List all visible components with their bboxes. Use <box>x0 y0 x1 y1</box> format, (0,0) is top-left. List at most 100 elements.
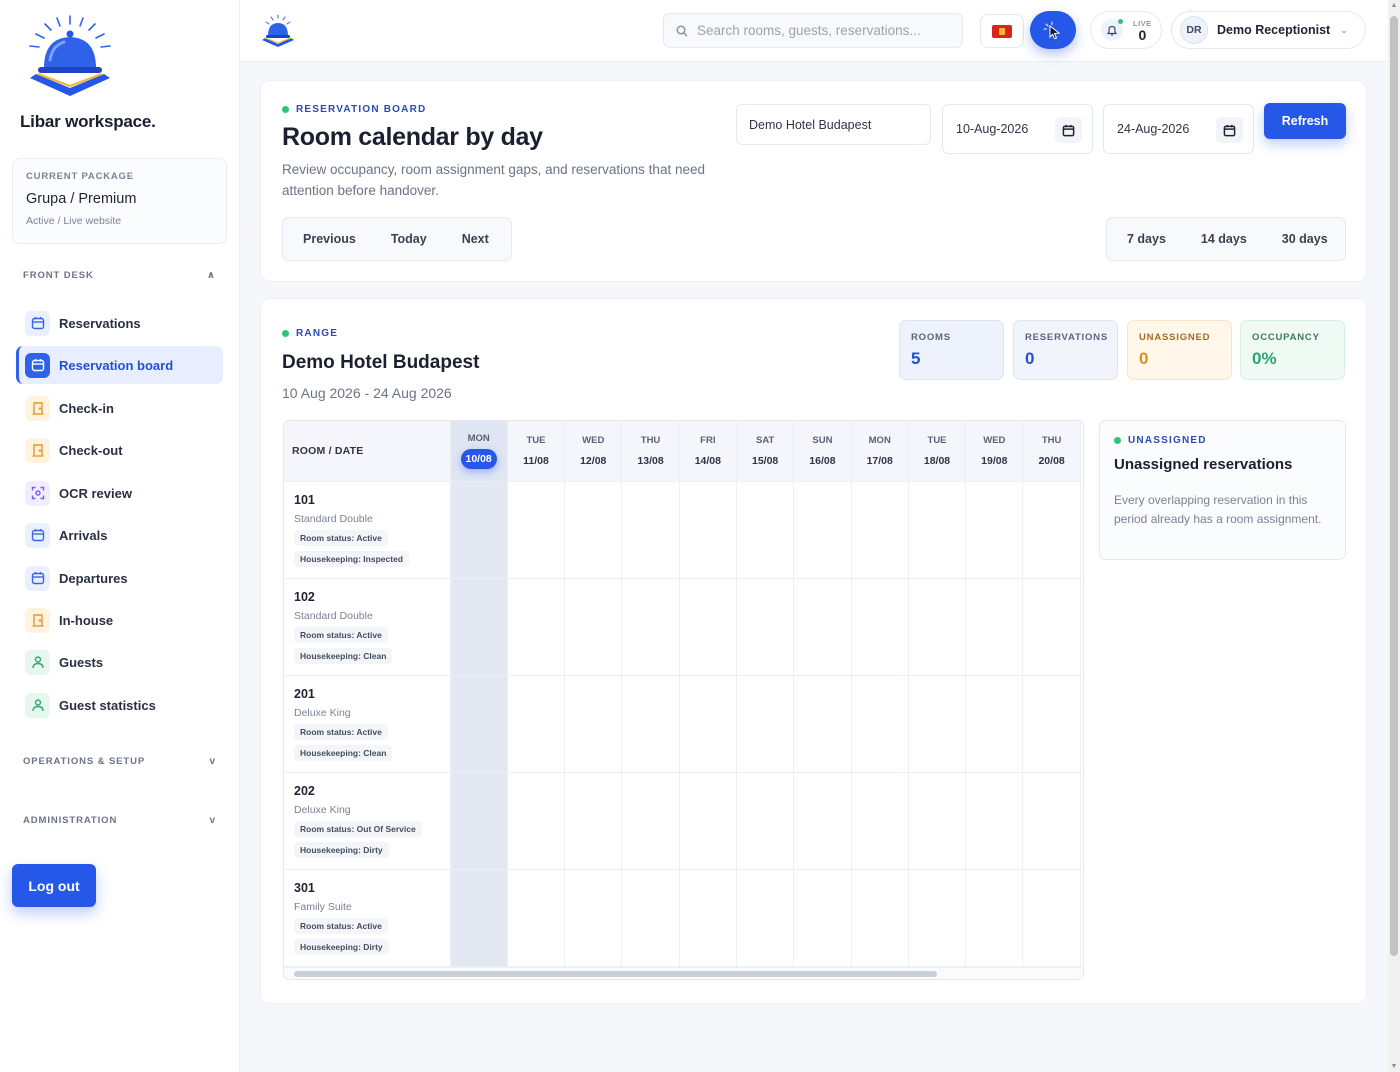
calendar-day-cell[interactable] <box>908 772 967 870</box>
bell-logo-icon[interactable] <box>20 12 120 104</box>
day-header[interactable]: WED 19/08 <box>965 421 1024 482</box>
sidebar-item-check-in[interactable]: Check-in <box>16 389 223 427</box>
day-header[interactable]: FRI 14/08 <box>679 421 737 482</box>
room-cell[interactable]: 101 Standard Double Room status: Active Hou… <box>284 481 451 579</box>
user-menu[interactable]: DR Demo Receptionist ⌄ <box>1171 11 1366 49</box>
calendar-day-cell[interactable] <box>450 772 508 870</box>
calendar-day-cell[interactable] <box>507 869 566 967</box>
day-header[interactable]: TUE 11/08 <box>507 421 566 482</box>
calendar-day-cell[interactable] <box>965 578 1024 676</box>
calendar-day-cell[interactable] <box>851 675 909 773</box>
calendar-day-cell[interactable] <box>621 869 680 967</box>
calendar-day-cell[interactable] <box>793 481 852 579</box>
calendar-day-cell[interactable] <box>1022 481 1081 579</box>
calendar-day-cell[interactable] <box>736 772 795 870</box>
calendar-day-cell[interactable] <box>1022 869 1081 967</box>
calendar-day-cell[interactable] <box>908 675 967 773</box>
search-box[interactable] <box>663 13 963 48</box>
section-front-desk[interactable]: FRONT DESK ∧ <box>23 270 215 281</box>
span-14-days-button[interactable]: 14 days <box>1201 232 1247 246</box>
calendar-icon[interactable] <box>1055 117 1082 143</box>
calendar-day-cell[interactable] <box>564 869 623 967</box>
calendar-day-cell[interactable] <box>793 675 852 773</box>
span-7-days-button[interactable]: 7 days <box>1127 232 1166 246</box>
calendar-day-cell[interactable] <box>507 772 566 870</box>
section-administration[interactable]: ADMINISTRATION v <box>23 815 215 826</box>
calendar-icon[interactable] <box>1216 117 1243 143</box>
calendar-day-cell[interactable] <box>965 481 1024 579</box>
scroll-up-arrow-icon[interactable]: ▲ <box>1390 2 1398 9</box>
calendar-day-cell[interactable] <box>621 772 680 870</box>
calendar-day-cell[interactable] <box>679 578 737 676</box>
calendar-day-cell[interactable] <box>621 481 680 579</box>
scroll-down-arrow-icon[interactable]: ▼ <box>1390 1063 1398 1070</box>
calendar-day-cell[interactable] <box>851 481 909 579</box>
horizontal-scrollbar[interactable] <box>284 967 1083 979</box>
calendar-day-cell[interactable] <box>736 675 795 773</box>
calendar-day-cell[interactable] <box>736 869 795 967</box>
sidebar-item-guests[interactable]: Guests <box>16 643 223 681</box>
refresh-button[interactable]: Refresh <box>1264 103 1346 139</box>
search-input[interactable] <box>697 23 947 38</box>
room-cell[interactable]: 301 Family Suite Room status: Active Housek… <box>284 869 451 967</box>
logout-button[interactable]: Log out <box>12 864 96 907</box>
sidebar-item-reservation-board[interactable]: Reservation board <box>16 346 223 384</box>
calendar-day-cell[interactable] <box>564 481 623 579</box>
hotel-select[interactable]: Demo Hotel Budapest <box>736 104 931 145</box>
day-header[interactable]: THU 13/08 <box>621 421 680 482</box>
sidebar-item-ocr-review[interactable]: OCR review <box>16 474 223 512</box>
calendar-day-cell[interactable] <box>564 578 623 676</box>
page-scrollbar[interactable]: ▲ ▼ <box>1388 0 1400 1072</box>
sidebar-item-arrivals[interactable]: Arrivals <box>16 516 223 554</box>
sidebar-item-departures[interactable]: Departures <box>16 559 223 597</box>
calendar-day-cell[interactable] <box>450 578 508 676</box>
calendar-day-cell[interactable] <box>1022 675 1081 773</box>
calendar-day-cell[interactable] <box>908 869 967 967</box>
calendar-day-cell[interactable] <box>679 772 737 870</box>
date-to-field[interactable]: 24-Aug-2026 <box>1103 104 1254 154</box>
calendar-day-cell[interactable] <box>450 481 508 579</box>
date-from-field[interactable]: 10-Aug-2026 <box>942 104 1093 154</box>
day-header[interactable]: THU 20/08 <box>1022 421 1081 482</box>
sidebar-item-reservations[interactable]: Reservations <box>16 304 223 342</box>
scrollbar-thumb[interactable] <box>1390 16 1398 956</box>
span-30-days-button[interactable]: 30 days <box>1282 232 1328 246</box>
calendar-day-cell[interactable] <box>679 675 737 773</box>
calendar-day-cell[interactable] <box>450 675 508 773</box>
calendar-day-cell[interactable] <box>564 772 623 870</box>
day-header[interactable]: SUN 16/08 <box>793 421 852 482</box>
previous-button[interactable]: Previous <box>303 232 356 246</box>
calendar-day-cell[interactable] <box>793 772 852 870</box>
sidebar-item-check-out[interactable]: Check-out <box>16 431 223 469</box>
calendar-day-cell[interactable] <box>851 578 909 676</box>
calendar-day-cell[interactable] <box>908 578 967 676</box>
calendar-day-cell[interactable] <box>507 578 566 676</box>
calendar-day-cell[interactable] <box>450 869 508 967</box>
scrollbar-thumb[interactable] <box>294 971 937 977</box>
calendar-day-cell[interactable] <box>851 772 909 870</box>
day-header[interactable]: SAT 15/08 <box>736 421 795 482</box>
calendar-day-cell[interactable] <box>1022 772 1081 870</box>
today-button[interactable]: Today <box>391 232 427 246</box>
next-button[interactable]: Next <box>462 232 489 246</box>
calendar-day-cell[interactable] <box>679 869 737 967</box>
day-header[interactable]: WED 12/08 <box>564 421 623 482</box>
room-cell[interactable]: 202 Deluxe King Room status: Out Of Servic… <box>284 772 451 870</box>
section-operations-setup[interactable]: OPERATIONS & SETUP v <box>23 756 215 767</box>
calendar-day-cell[interactable] <box>908 481 967 579</box>
calendar-day-cell[interactable] <box>621 578 680 676</box>
calendar-day-cell[interactable] <box>793 578 852 676</box>
sidebar-item-in-house[interactable]: In-house <box>16 601 223 639</box>
calendar-day-cell[interactable] <box>679 481 737 579</box>
calendar-day-cell[interactable] <box>793 869 852 967</box>
calendar-day-cell[interactable] <box>621 675 680 773</box>
room-cell[interactable]: 102 Standard Double Room status: Active Hou… <box>284 578 451 676</box>
calendar-day-cell[interactable] <box>736 481 795 579</box>
day-header-today[interactable]: MON 10/08 <box>450 421 508 482</box>
calendar-day-cell[interactable] <box>564 675 623 773</box>
day-header[interactable]: TUE 18/08 <box>908 421 967 482</box>
pointer-mode-button[interactable] <box>1030 11 1076 49</box>
live-notifications[interactable]: LIVE 0 <box>1090 11 1162 49</box>
calendar-day-cell[interactable] <box>507 481 566 579</box>
calendar-day-cell[interactable] <box>851 869 909 967</box>
